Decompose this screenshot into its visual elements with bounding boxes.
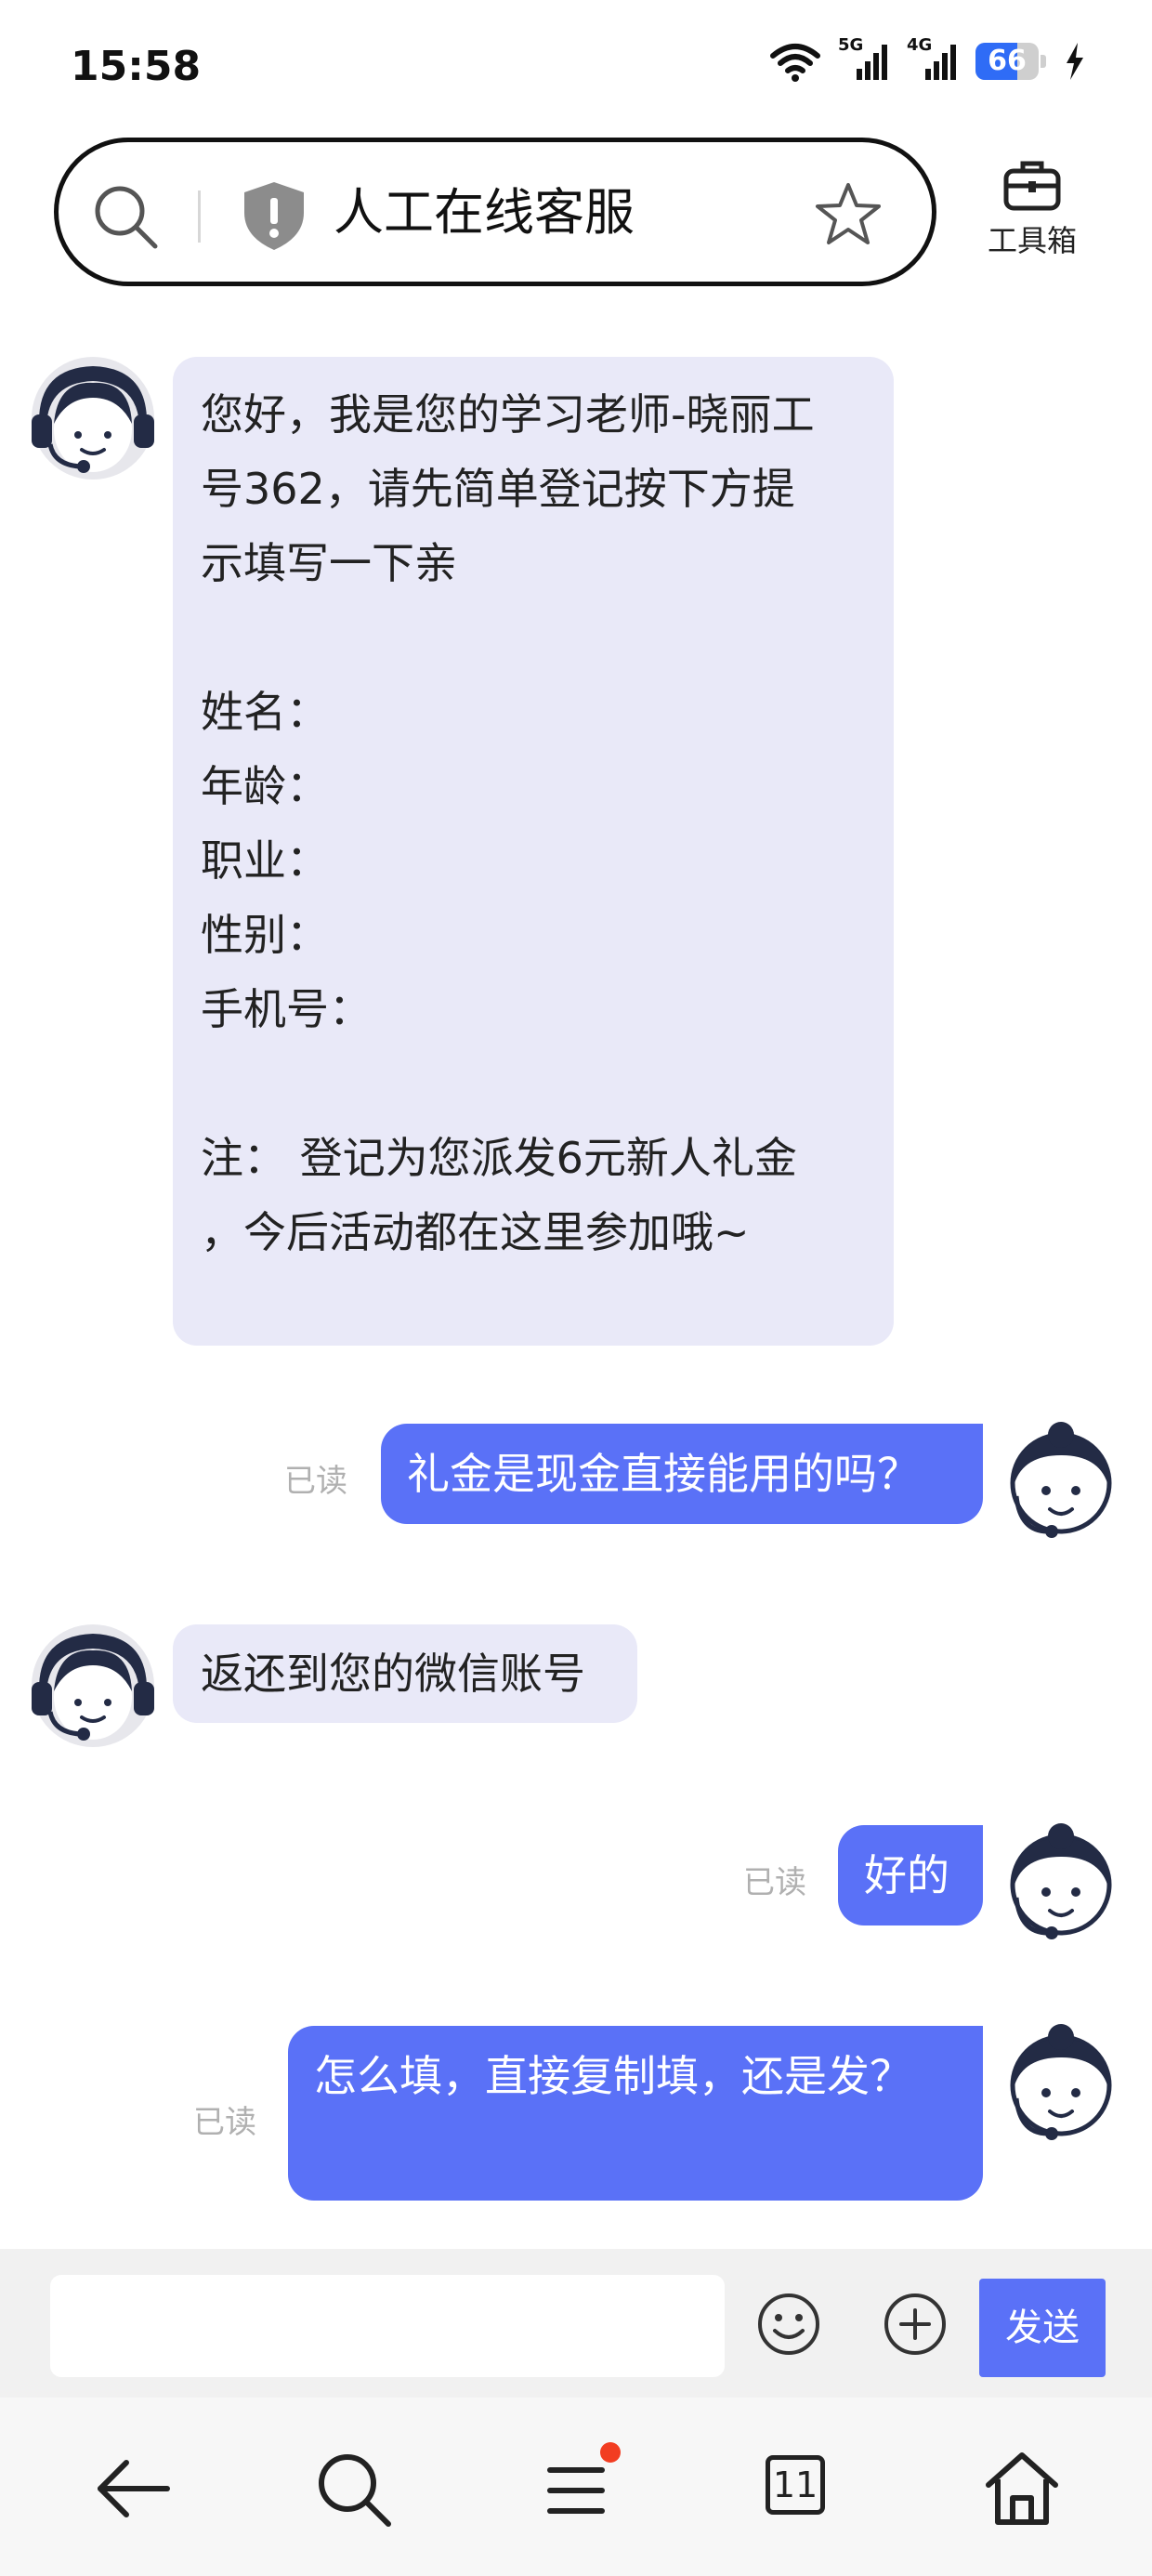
- agent-avatar-icon: [32, 357, 154, 480]
- wifi-icon: [770, 44, 820, 82]
- signal-4g-icon: 4G: [907, 35, 959, 82]
- status-time: 15:58: [71, 43, 202, 90]
- user-message-bubble: 怎么填，直接复制填，还是发？: [288, 2026, 983, 2201]
- user-message-bubble: 礼金是现金直接能用的吗？: [381, 1424, 983, 1524]
- address-divider: [198, 191, 201, 243]
- page-title: 人工在线客服: [334, 183, 635, 242]
- read-status-label: 已读: [193, 2104, 256, 2141]
- address-bar[interactable]: 人工在线客服: [54, 138, 936, 286]
- shield-alert-icon: [244, 182, 304, 250]
- bottom-nav: 11: [0, 2398, 1152, 2576]
- plus-circle-icon[interactable]: [883, 2292, 948, 2357]
- emoji-icon[interactable]: [756, 2292, 821, 2357]
- input-bar: 发送: [0, 2249, 1152, 2398]
- toolbox-button[interactable]: 工具箱: [972, 158, 1093, 269]
- search-icon[interactable]: [90, 181, 161, 252]
- signal-5g-icon: 5G: [838, 35, 890, 82]
- status-bar: 15:58 5G 4G 66: [0, 0, 1152, 130]
- user-avatar-icon: [1010, 1823, 1112, 1939]
- toolbox-icon: [1003, 161, 1061, 211]
- user-avatar-icon: [1010, 2024, 1112, 2140]
- notification-dot: [600, 2442, 621, 2463]
- nav-back-button[interactable]: [85, 2442, 178, 2535]
- agent-message-bubble: 返还到您的微信账号: [173, 1624, 637, 1723]
- chat-area[interactable]: 您好，我是您的学习老师-晓丽工 号362，请先简单登记按下方提 示填写一下亲 姓…: [0, 316, 1152, 2249]
- read-status-label: 已读: [284, 1463, 347, 1500]
- status-icons: 5G 4G 66: [769, 35, 1087, 82]
- star-icon[interactable]: [813, 179, 884, 250]
- nav-search-button[interactable]: [307, 2442, 399, 2535]
- battery-level: 66: [988, 45, 1027, 77]
- search-icon: [319, 2454, 391, 2527]
- toolbox-label: 工具箱: [987, 223, 1077, 258]
- agent-avatar-icon: [32, 1624, 154, 1747]
- read-status-label: 已读: [743, 1864, 806, 1901]
- agent-message-bubble: 您好，我是您的学习老师-晓丽工 号362，请先简单登记按下方提 示填写一下亲 姓…: [173, 357, 894, 1346]
- battery-icon: 66: [975, 43, 1046, 80]
- home-icon: [986, 2452, 1058, 2525]
- tabs-count: 11: [766, 2455, 825, 2515]
- arrow-left-icon: [98, 2460, 170, 2517]
- send-button[interactable]: 发送: [979, 2279, 1106, 2377]
- nav-tabs-button[interactable]: 11: [753, 2442, 845, 2535]
- nav-home-button[interactable]: [975, 2442, 1068, 2535]
- charging-icon: [1067, 43, 1083, 80]
- message-input[interactable]: [50, 2275, 725, 2377]
- nav-menu-button[interactable]: [530, 2442, 622, 2535]
- user-avatar-icon: [1010, 1422, 1112, 1538]
- user-message-bubble: 好的: [838, 1825, 983, 1925]
